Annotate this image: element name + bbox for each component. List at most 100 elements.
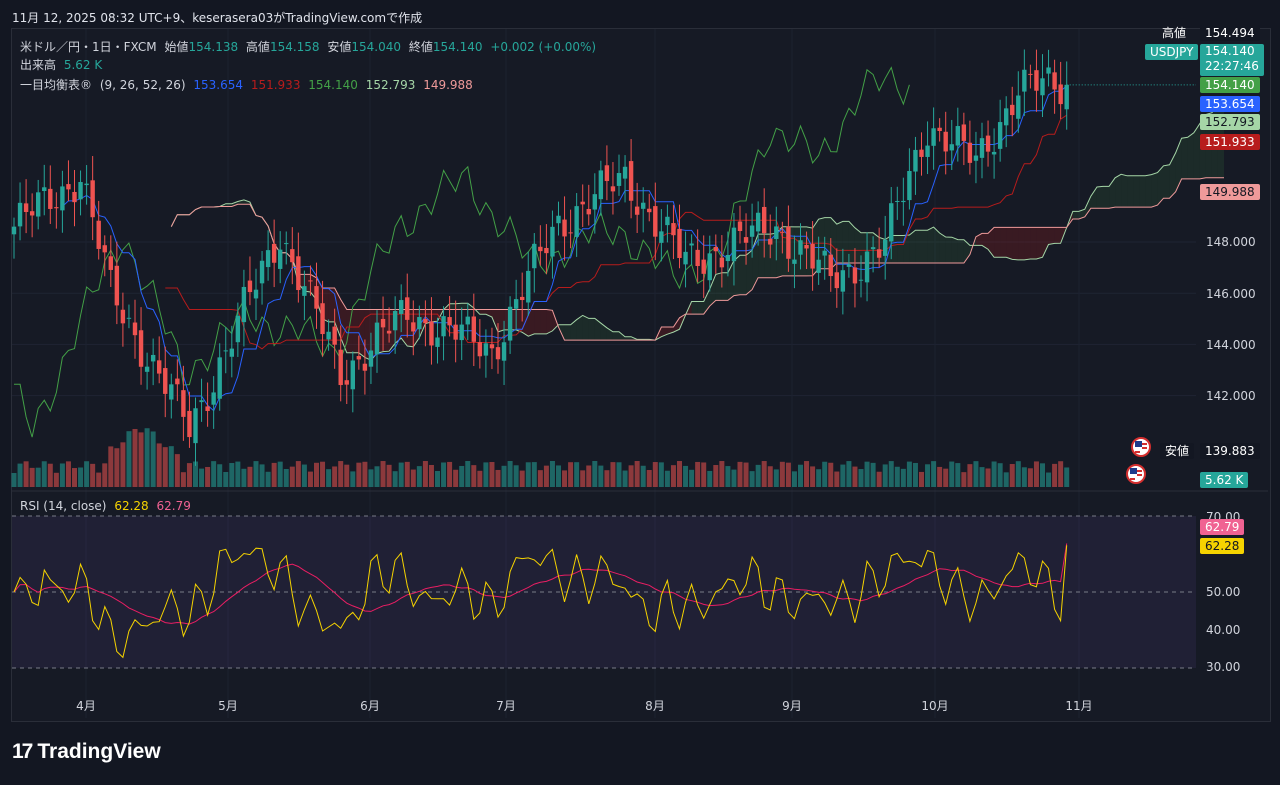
- candle-body: [338, 349, 343, 386]
- tradingview-logo[interactable]: 17 TradingView: [12, 740, 161, 764]
- volume-bar: [489, 462, 495, 487]
- cloud-segment: [455, 303, 462, 310]
- candle-body: [1040, 78, 1045, 96]
- chart-canvas[interactable]: [0, 0, 1280, 785]
- volume-bar: [568, 462, 574, 487]
- volume-bar: [580, 470, 586, 487]
- volume-bar: [701, 462, 707, 487]
- candle-body: [556, 215, 561, 224]
- legend-symbol: 米ドル／円・1日・FXCM: [20, 40, 157, 54]
- volume-bar: [991, 461, 997, 487]
- candle-body: [907, 170, 912, 201]
- cloud-segment: [1006, 227, 1013, 260]
- candle-body: [889, 203, 894, 242]
- volume-bar: [1052, 463, 1058, 487]
- volume-bar: [398, 462, 404, 487]
- cloud-segment: [479, 309, 486, 315]
- cloud-segment: [1030, 227, 1037, 260]
- candle-body: [1052, 72, 1057, 90]
- cloud-segment: [582, 315, 589, 341]
- volume-bar: [289, 466, 295, 487]
- tenkan-tag: 153.654: [1200, 96, 1260, 112]
- symbol-tag: USDJPY: [1145, 44, 1199, 60]
- candle-body: [1064, 84, 1069, 110]
- volume-bar: [65, 461, 71, 487]
- tradingview-logo-icon: 17: [12, 740, 33, 763]
- countdown: 22:27:46: [1205, 59, 1259, 73]
- cloud-segment: [945, 237, 952, 264]
- cloud-segment: [346, 309, 353, 353]
- volume-bar: [725, 466, 731, 487]
- cloud-segment: [498, 309, 505, 332]
- candle-body: [719, 257, 725, 268]
- cloud-segment: [897, 235, 904, 264]
- cloud-segment: [534, 309, 541, 334]
- volume-bar: [840, 464, 846, 487]
- volume-bar: [326, 469, 332, 487]
- candle-body: [979, 138, 985, 158]
- cloud-segment: [1127, 175, 1134, 208]
- us-flag-icon[interactable]: [1126, 464, 1146, 484]
- cloud-segment: [1151, 172, 1158, 208]
- candle-body: [701, 259, 706, 274]
- volume-bar: [828, 462, 834, 487]
- volume-bar: [973, 461, 979, 487]
- cloud-segment: [564, 324, 571, 341]
- volume-bar: [610, 462, 616, 487]
- candle-body: [816, 259, 821, 273]
- volume-bar: [11, 473, 17, 487]
- volume-bar: [791, 471, 797, 487]
- candle-body: [223, 350, 228, 352]
- cloud-segment: [383, 309, 390, 352]
- candle-body: [284, 243, 289, 245]
- candle-body: [852, 267, 858, 284]
- candle-body: [11, 226, 17, 235]
- volume-bar: [320, 461, 326, 487]
- candle-body: [961, 124, 967, 141]
- time-label: 10月: [921, 699, 949, 713]
- price-tick: 144.000: [1206, 338, 1256, 352]
- last-price: 154.140: [1205, 44, 1255, 58]
- volume-bar: [84, 461, 90, 487]
- volume-bar: [810, 466, 816, 487]
- cloud-segment: [836, 221, 843, 264]
- volume-bar: [937, 466, 943, 487]
- volume-bar: [519, 470, 525, 487]
- cloud-segment: [909, 230, 916, 264]
- volume-bar: [241, 468, 247, 487]
- cloud-segment: [733, 255, 740, 296]
- cloud-segment: [842, 221, 849, 264]
- volume-bar: [604, 470, 610, 487]
- candle-body: [762, 206, 767, 234]
- candle-body: [314, 286, 319, 309]
- candle-body: [870, 247, 876, 250]
- candle-body: [610, 186, 616, 192]
- chikou-tag: 154.140: [1200, 77, 1260, 93]
- candle-body: [114, 265, 120, 306]
- cloud-segment: [939, 232, 946, 264]
- volume-bar: [356, 462, 362, 487]
- candle-body: [126, 317, 132, 319]
- volume-bar: [1003, 472, 1009, 487]
- cloud-segment: [721, 272, 728, 301]
- candle-body: [169, 384, 174, 400]
- candle-body: [997, 122, 1003, 149]
- candle-body: [477, 342, 483, 357]
- cloud-segment: [715, 272, 722, 301]
- time-label: 4月: [76, 699, 96, 713]
- candle-body: [459, 324, 464, 341]
- volume-bar: [114, 448, 120, 487]
- volume-bar: [211, 461, 217, 487]
- us-flag-icon[interactable]: [1131, 437, 1151, 457]
- cloud-segment: [1024, 227, 1031, 260]
- volume-bar: [562, 470, 568, 487]
- candle-body: [235, 315, 241, 343]
- volume-bar: [767, 466, 773, 487]
- cloud-segment: [1000, 227, 1007, 258]
- volume-bar: [919, 471, 924, 487]
- candle-body: [1004, 108, 1009, 126]
- volume-bar: [217, 464, 223, 487]
- volume-bar: [283, 468, 289, 487]
- volume-bar: [719, 461, 725, 487]
- candle-body: [538, 246, 543, 252]
